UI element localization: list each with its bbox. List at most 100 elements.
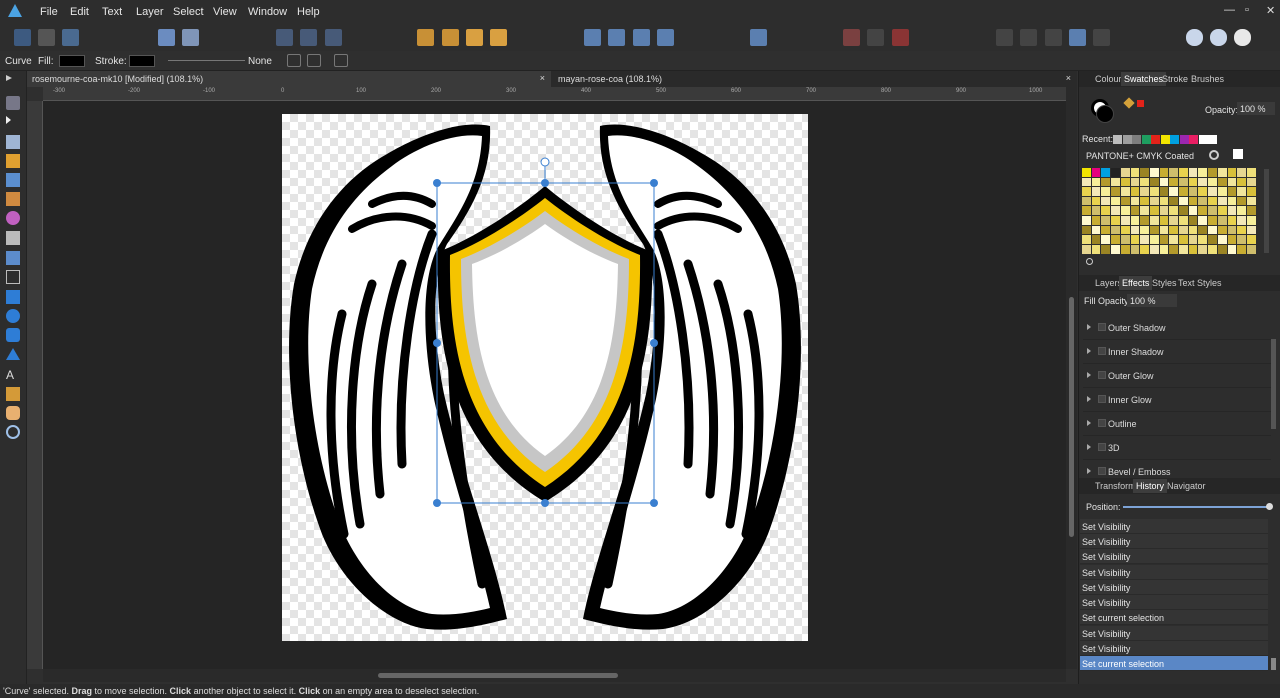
palette-swatch[interactable]	[1216, 215, 1228, 226]
palette-swatch[interactable]	[1081, 234, 1092, 246]
palette-swatch[interactable]	[1119, 167, 1131, 178]
palette-swatch[interactable]	[1139, 234, 1151, 246]
palette-swatch[interactable]	[1226, 243, 1238, 255]
expand-icon[interactable]	[1087, 348, 1091, 354]
snapping-grid-icon[interactable]	[843, 29, 860, 46]
palette-swatch[interactable]	[1119, 195, 1131, 207]
boolean-divide-icon[interactable]	[1093, 29, 1110, 46]
palette-swatch[interactable]	[1245, 167, 1257, 178]
palette-swatch[interactable]	[1178, 195, 1189, 207]
palette-swatch[interactable]	[1168, 215, 1180, 226]
current-color-swatch[interactable]	[1137, 100, 1144, 107]
menu-view[interactable]: View	[213, 6, 237, 18]
palette-swatch[interactable]	[1148, 224, 1160, 236]
palette-swatch[interactable]	[1216, 234, 1228, 246]
palette-swatch[interactable]	[1216, 167, 1228, 178]
palette-swatch[interactable]	[1187, 176, 1199, 188]
palette-swatch[interactable]	[1129, 243, 1141, 255]
palette-swatch[interactable]	[1207, 234, 1219, 246]
align-icon[interactable]	[750, 29, 767, 46]
artboard-tool-icon[interactable]	[6, 96, 20, 110]
palette-swatch[interactable]	[1168, 186, 1180, 198]
color-picker-tool-icon[interactable]	[6, 387, 20, 401]
zoom-tool-icon[interactable]	[6, 425, 20, 439]
hand-tool-icon[interactable]	[6, 406, 20, 420]
palette-swatch[interactable]	[1207, 186, 1219, 198]
effect-bevel-emboss[interactable]: Bevel / Emboss	[1083, 460, 1271, 476]
restore-button[interactable]: ▫	[1245, 4, 1249, 16]
triangle-tool-icon[interactable]	[6, 348, 20, 360]
palette-swatch[interactable]	[1197, 176, 1209, 188]
palette-swatch[interactable]	[1245, 195, 1257, 207]
palette-swatch[interactable]	[1158, 243, 1170, 255]
history-item[interactable]: Set Visibility	[1080, 595, 1268, 610]
effect-inner-glow[interactable]: Inner Glow	[1083, 388, 1271, 412]
palette-swatch[interactable]	[1081, 167, 1092, 178]
user-icon[interactable]	[1186, 29, 1203, 46]
menu-edit[interactable]: Edit	[70, 6, 89, 18]
palette-swatch[interactable]	[1197, 234, 1209, 246]
menu-text[interactable]: Text	[102, 6, 122, 18]
effect-outer-glow[interactable]: Outer Glow	[1083, 364, 1271, 388]
swatch-scrollbar[interactable]	[1264, 169, 1269, 253]
palette-swatch[interactable]	[1119, 243, 1131, 255]
palette-swatch[interactable]	[1168, 234, 1180, 246]
palette-swatch[interactable]	[1148, 195, 1160, 207]
palette-swatch[interactable]	[1110, 234, 1122, 246]
palette-swatch[interactable]	[1139, 224, 1151, 236]
palette-swatch[interactable]	[1197, 215, 1209, 226]
palette-swatch[interactable]	[1216, 176, 1228, 188]
snapping-icon[interactable]	[182, 29, 199, 46]
palette-swatch[interactable]	[1119, 215, 1131, 226]
recent-swatch[interactable]	[1141, 135, 1151, 144]
effect-checkbox[interactable]	[1098, 347, 1106, 355]
palette-swatch[interactable]	[1226, 167, 1238, 178]
palette-swatch[interactable]	[1216, 195, 1228, 207]
fill-tool-icon[interactable]	[6, 211, 20, 225]
recent-swatch[interactable]	[1189, 135, 1198, 144]
text-tool-icon[interactable]: A	[6, 368, 20, 382]
convert-icon[interactable]	[307, 54, 321, 67]
palette-swatch[interactable]	[1110, 205, 1122, 217]
palette-swatch[interactable]	[1236, 176, 1248, 188]
shield[interactable]	[437, 186, 653, 502]
boolean-subtract-icon[interactable]	[1020, 29, 1037, 46]
node-tool-icon[interactable]	[6, 116, 11, 124]
palette-swatch[interactable]	[1245, 234, 1257, 246]
palette-swatch[interactable]	[1129, 224, 1141, 236]
palette-swatch[interactable]	[1100, 243, 1112, 255]
palette-swatch[interactable]	[1129, 215, 1141, 226]
arrange-back-icon[interactable]	[417, 29, 434, 46]
palette-swatch[interactable]	[1168, 205, 1180, 217]
recent-swatch[interactable]	[1151, 135, 1160, 144]
tab-text-styles[interactable]: Text Styles	[1175, 276, 1225, 290]
palette-swatch[interactable]	[1245, 205, 1257, 217]
palette-swatch[interactable]	[1139, 167, 1151, 178]
palette-swatch[interactable]	[1110, 195, 1122, 207]
palette-swatch[interactable]	[1158, 205, 1170, 217]
palette-swatch[interactable]	[1178, 176, 1189, 188]
ellipse-tool-icon[interactable]	[6, 309, 20, 323]
palette-swatch[interactable]	[1168, 176, 1180, 188]
history-scrollbar[interactable]	[1271, 658, 1276, 670]
expand-icon[interactable]	[1087, 324, 1091, 330]
export-persona-icon[interactable]	[62, 29, 79, 46]
palette-swatch[interactable]	[1245, 215, 1257, 226]
palette-swatch[interactable]	[1187, 195, 1199, 207]
palette-swatch[interactable]	[1187, 234, 1199, 246]
palette-swatch[interactable]	[1090, 243, 1102, 255]
pixel-persona-icon[interactable]	[38, 29, 55, 46]
recent-swatch[interactable]	[1198, 135, 1208, 144]
palette-swatch[interactable]	[1110, 176, 1122, 188]
palette-swatch[interactable]	[1216, 186, 1228, 198]
history-item[interactable]: Set Visibility	[1080, 519, 1268, 534]
help-circle-icon[interactable]	[1234, 29, 1251, 46]
palette-swatch[interactable]	[1081, 243, 1092, 255]
palette-swatch[interactable]	[1100, 205, 1112, 217]
palette-swatch[interactable]	[1216, 205, 1228, 217]
palette-swatch[interactable]	[1197, 195, 1209, 207]
palette-swatch[interactable]	[1236, 205, 1248, 217]
rotate-right-icon[interactable]	[657, 29, 674, 46]
palette-swatch[interactable]	[1100, 176, 1112, 188]
action-icon[interactable]	[334, 54, 348, 67]
